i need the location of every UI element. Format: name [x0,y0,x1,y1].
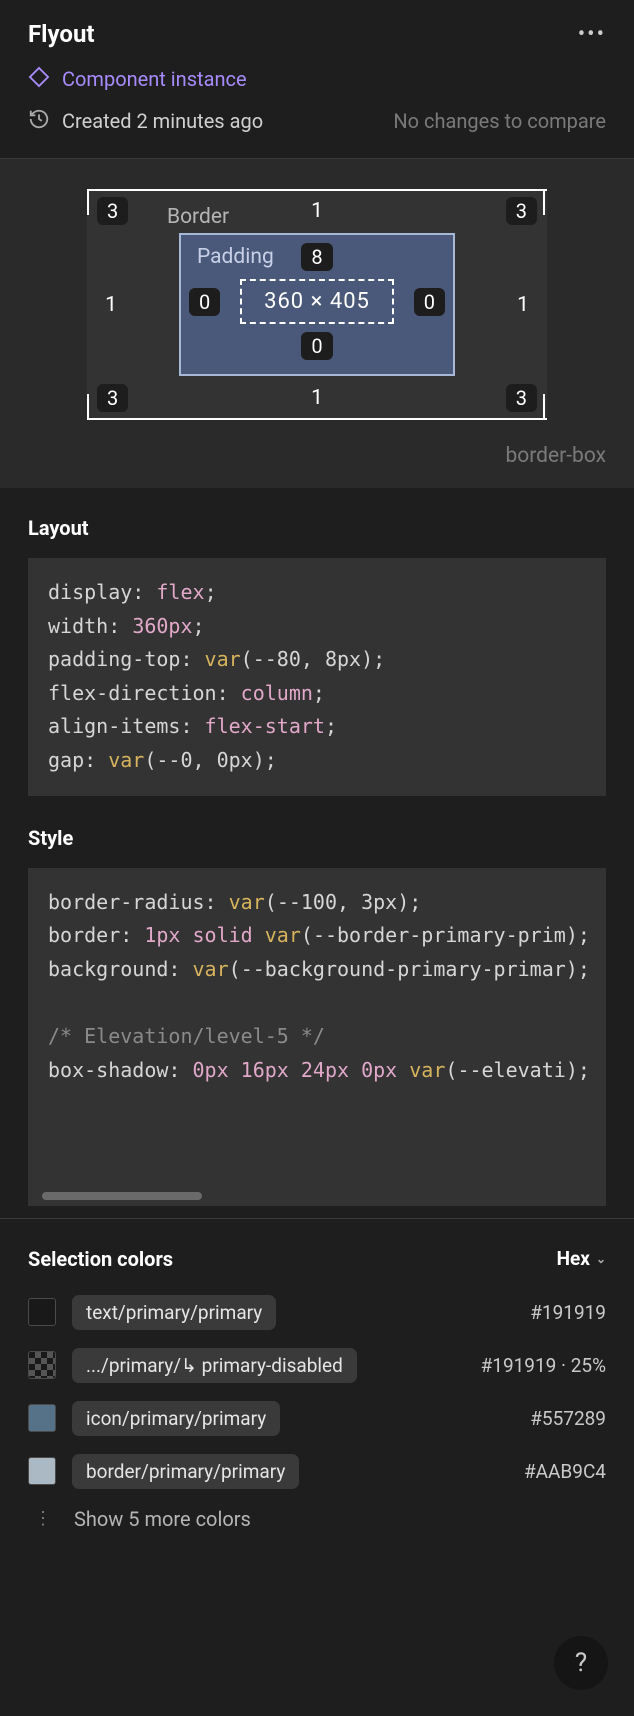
selection-colors-title: Selection colors [28,1247,173,1271]
help-button[interactable]: ? [554,1636,608,1690]
style-title: Style [28,826,606,850]
color-swatch[interactable] [28,1457,56,1485]
chevron-down-icon: ⌄ [596,1252,606,1266]
box-sizing-label: border-box [28,444,606,468]
padding-label: Padding [197,245,274,269]
padding-bottom[interactable]: 0 [301,332,332,360]
more-icon[interactable]: ••• [578,22,606,47]
color-name-chip[interactable]: text/primary/primary [72,1295,276,1330]
color-list: text/primary/primary #191919 .../primary/↳… [28,1295,606,1489]
border-right[interactable]: 1 [509,293,537,317]
color-format-dropdown[interactable]: Hex ⌄ [557,1247,606,1270]
vertical-dots-icon[interactable]: ⋮ [34,1514,52,1525]
color-hex-value: #191919 · 25% [481,1354,606,1377]
color-row[interactable]: text/primary/primary #191919 [28,1295,606,1330]
boxmodel-border[interactable]: Border 3 1 3 1 Padding 8 0 360 × 405 0 0 [87,189,547,420]
instance-label: Component instance [62,67,247,91]
border-bottom[interactable]: 1 [303,386,331,410]
border-top[interactable]: 1 [303,199,331,223]
selection-colors-section: Selection colors Hex ⌄ text/primary/prim… [0,1218,634,1531]
color-swatch[interactable] [28,1404,56,1432]
padding-top[interactable]: 8 [301,243,332,271]
color-swatch[interactable] [28,1351,56,1379]
layout-code-block[interactable]: display: flex; width: 360px; padding-top… [28,558,606,796]
horizontal-scrollbar[interactable] [42,1192,202,1200]
color-format-label: Hex [557,1247,590,1270]
color-row[interactable]: icon/primary/primary #557289 [28,1401,606,1436]
color-hex-value: #AAB9C4 [524,1460,606,1483]
component-instance-icon [28,66,50,92]
boxmodel-panel: Border 3 1 3 1 Padding 8 0 360 × 405 0 0 [0,159,634,488]
color-name-chip[interactable]: .../primary/↳ primary-disabled [72,1348,357,1383]
nochanges-label: No changes to compare [393,109,606,133]
show-more-colors[interactable]: Show 5 more colors [74,1507,251,1531]
border-left[interactable]: 1 [97,293,125,317]
panel-title: Flyout [28,20,95,48]
panel-header: Flyout ••• Component instance Created 2 … [0,0,634,148]
padding-left[interactable]: 0 [189,288,220,316]
color-row[interactable]: .../primary/↳ primary-disabled #191919 · … [28,1348,606,1383]
corner-br[interactable]: 3 [506,384,537,412]
padding-right[interactable]: 0 [414,288,445,316]
color-row[interactable]: border/primary/primary #AAB9C4 [28,1454,606,1489]
color-hex-value: #191919 [530,1301,606,1324]
corner-tl[interactable]: 3 [97,197,128,225]
help-icon: ? [575,1648,587,1678]
history-icon [28,108,50,134]
layout-title: Layout [28,516,606,540]
instance-row[interactable]: Component instance [28,66,606,92]
color-swatch[interactable] [28,1298,56,1326]
corner-tr[interactable]: 3 [506,197,537,225]
color-name-chip[interactable]: icon/primary/primary [72,1401,280,1436]
color-name-chip[interactable]: border/primary/primary [72,1454,299,1489]
style-section: Style border-radius: var(--100, 3px); bo… [0,808,634,1218]
style-code-block[interactable]: border-radius: var(--100, 3px); border: … [28,868,606,1206]
boxmodel-padding[interactable]: Padding 8 0 360 × 405 0 0 [179,233,455,376]
layout-section: Layout display: flex; width: 360px; padd… [0,488,634,808]
content-size[interactable]: 360 × 405 [240,279,394,324]
border-label: Border [167,205,229,229]
corner-bl[interactable]: 3 [97,384,128,412]
color-hex-value: #557289 [530,1407,606,1430]
created-label: Created 2 minutes ago [62,109,263,133]
